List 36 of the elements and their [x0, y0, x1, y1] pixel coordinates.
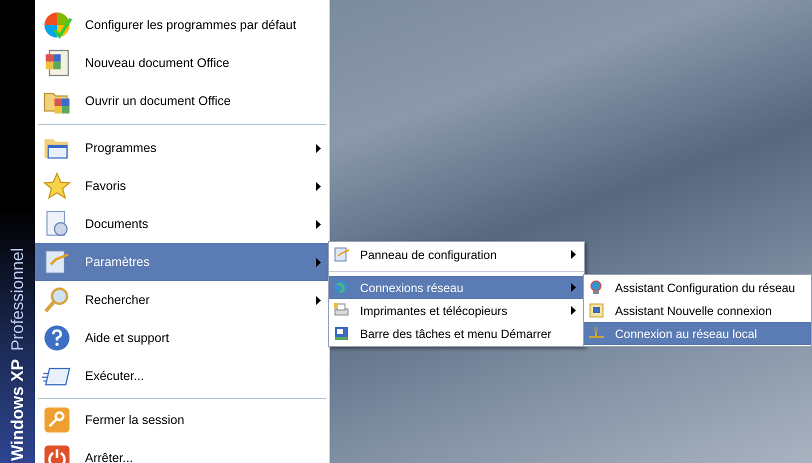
start-menu-item[interactable]: Exécuter...	[35, 357, 329, 395]
start-menu-item[interactable]: Rechercher	[35, 281, 329, 319]
submenu-arrow-icon	[316, 144, 321, 152]
start-menu-item[interactable]: Favoris	[35, 167, 329, 205]
taskbar-icon	[333, 325, 350, 342]
start-menu-item[interactable]: Arrêter...	[35, 439, 329, 463]
start-menu-item[interactable]: Programmes	[35, 129, 329, 167]
start-menu-item[interactable]: Documents	[35, 205, 329, 243]
globe-network-icon	[333, 279, 350, 296]
submenu-item[interactable]: Imprimantes et télécopieurs	[329, 299, 584, 322]
submenu-item[interactable]: Connexion au réseau local	[584, 322, 811, 345]
submenu-arrow-icon	[316, 296, 321, 304]
banner-brand: Windows XP	[6, 359, 28, 461]
start-menu-item[interactable]: Configurer les programmes par défaut	[35, 6, 329, 44]
start-menu-item[interactable]: Aide et support	[35, 319, 329, 357]
submenu-arrow-icon	[316, 182, 321, 190]
windows-logo-icon	[42, 10, 72, 40]
start-menu-item[interactable]: Nouveau document Office	[35, 44, 329, 82]
start-menu-item[interactable]: Fermer la session	[35, 401, 329, 439]
submenu-item[interactable]: Barre des tâches et menu Démarrer	[329, 322, 584, 345]
star-icon	[42, 171, 72, 201]
control-panel-icon	[333, 246, 350, 263]
key-icon	[42, 405, 72, 435]
submenu-item[interactable]: Connexions réseau	[329, 276, 584, 299]
help-icon	[42, 323, 72, 353]
submenu-arrow-icon	[571, 283, 576, 292]
submenu-arrow-icon	[571, 250, 576, 259]
submenu-item[interactable]: Assistant Configuration du réseau	[584, 276, 811, 299]
submenu-item[interactable]: Panneau de configuration	[329, 243, 584, 266]
submenu-arrow-icon	[316, 220, 321, 228]
submenu-item[interactable]: Assistant Nouvelle connexion	[584, 299, 811, 322]
submenu-arrow-icon	[571, 306, 576, 315]
submenu-arrow-icon	[316, 258, 321, 266]
start-menu-item[interactable]: Paramètres	[35, 243, 329, 281]
banner-edition: Professionnel	[6, 248, 28, 352]
start-menu-item[interactable]: Ouvrir un document Office	[35, 82, 329, 120]
